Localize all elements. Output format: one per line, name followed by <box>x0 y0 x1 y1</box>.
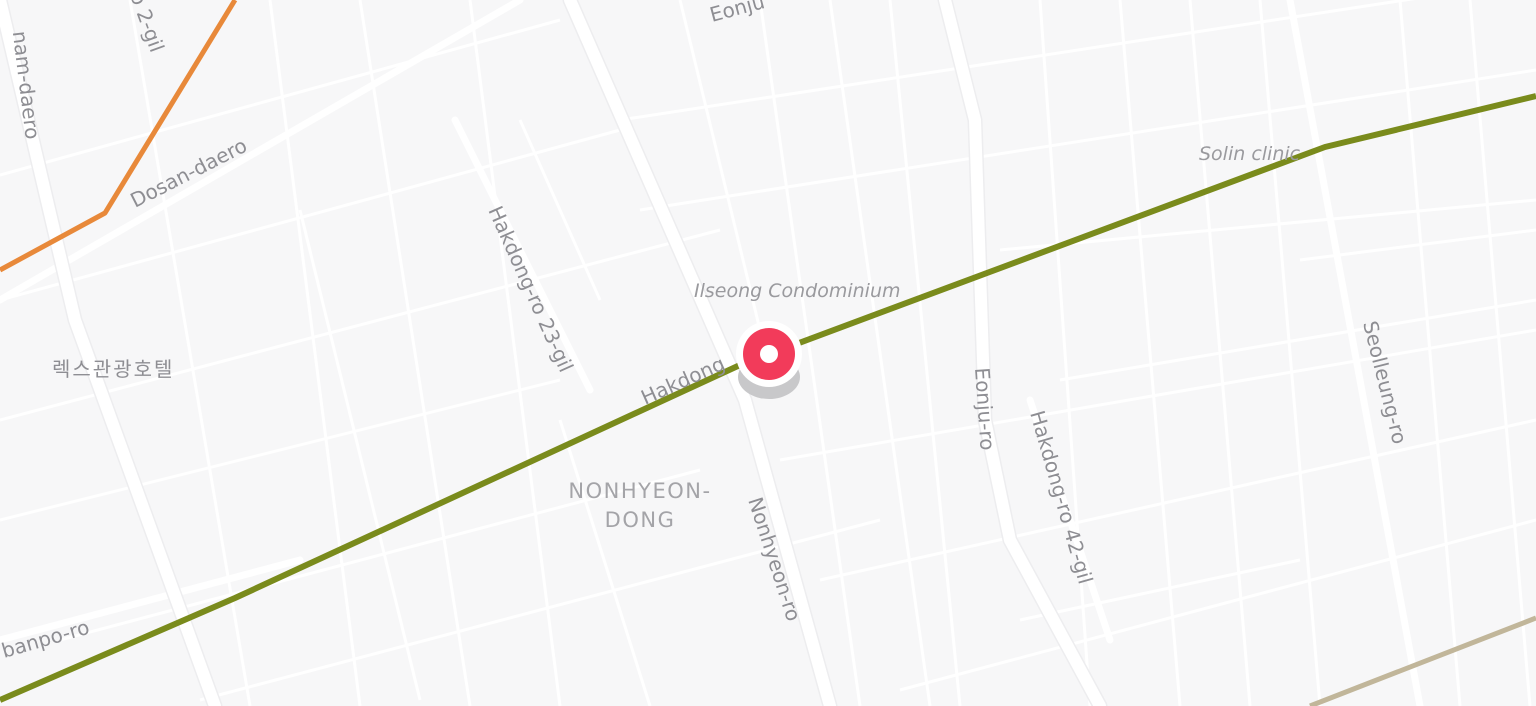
area-label-line2: DONG <box>605 508 676 532</box>
road-label-eonju-ro: Eonju-ro <box>970 367 1000 452</box>
road-label-2gil: o 2-gil <box>125 0 169 55</box>
poi-label-ilseong: Ilseong Condominium <box>694 280 901 302</box>
map-view[interactable]: nam-daero o 2-gil Dosan-daero Hakdong-ro… <box>0 0 1536 706</box>
area-label-nonhyeon-dong: NONHYEON- DONG <box>568 479 711 532</box>
poi-label-rex-hotel: 렉스관광호텔 <box>52 357 174 381</box>
location-pin-icon[interactable] <box>736 321 802 399</box>
road-label-eonju-top: Eonju <box>707 0 767 27</box>
map-canvas[interactable]: nam-daero o 2-gil Dosan-daero Hakdong-ro… <box>0 0 1536 706</box>
road-label-sinbanpo-ro: banpo-ro <box>0 615 92 663</box>
road-label-hakdong-ro-42-gil: Hakdong-ro 42-gil <box>1025 408 1097 587</box>
poi-labels: Ilseong Condominium Solin clinic 렉스관광호텔 <box>52 143 1301 381</box>
road-label-hakdong-ro: Hakdong <box>637 351 728 409</box>
area-label-line1: NONHYEON- <box>568 479 711 503</box>
poi-label-solin: Solin clinic <box>1199 143 1301 165</box>
road-labels: nam-daero o 2-gil Dosan-daero Hakdong-ro… <box>0 0 1412 663</box>
subway-line-tan <box>1309 615 1536 706</box>
